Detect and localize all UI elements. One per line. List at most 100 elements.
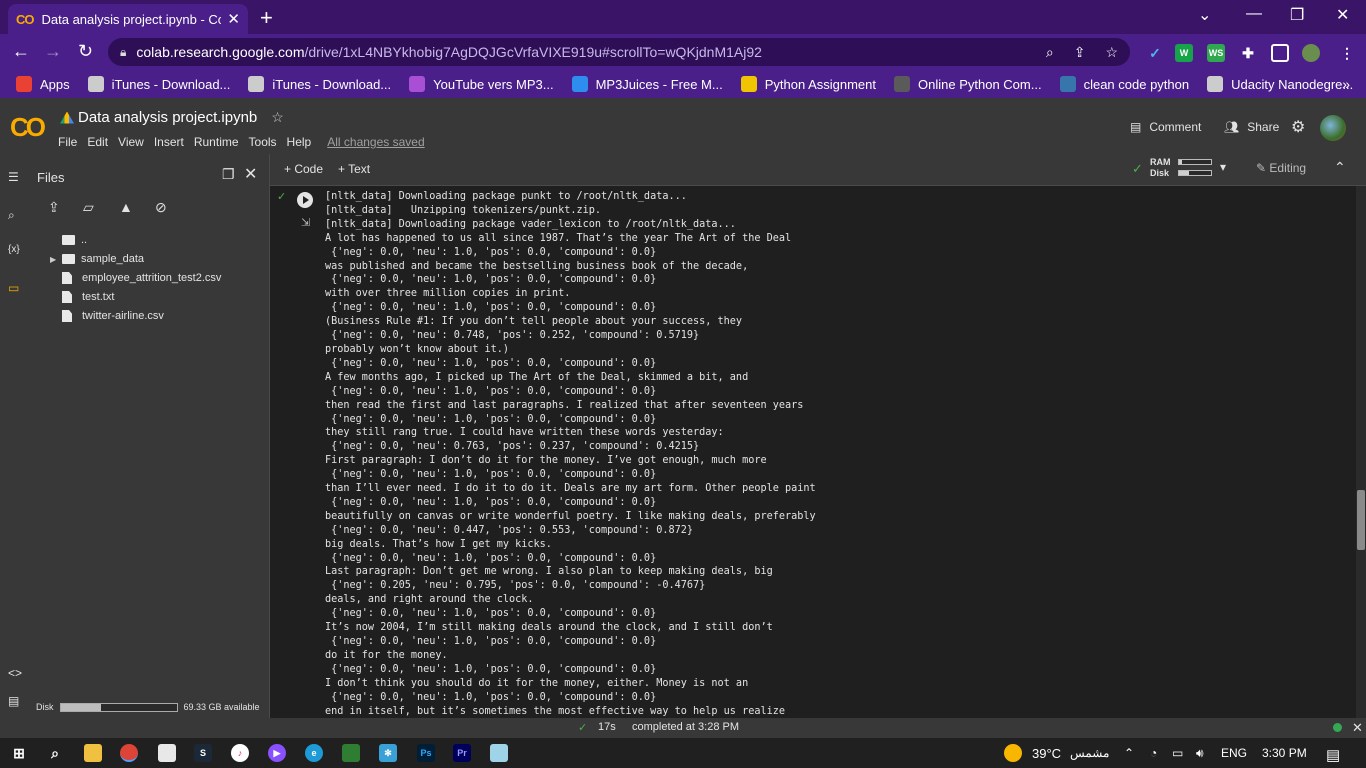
user-avatar[interactable] xyxy=(1320,115,1346,141)
bookmark-item[interactable]: iTunes - Download... xyxy=(248,76,391,92)
browser-tab-active[interactable]: CO Data analysis project.ipynb - Colab ✕ xyxy=(8,4,248,34)
file-tree-item[interactable]: twitter-airline.csv xyxy=(50,310,164,322)
notepad-icon[interactable] xyxy=(158,744,176,762)
system-clock[interactable]: 3:30 PM xyxy=(1262,746,1307,760)
profile-avatar-icon[interactable] xyxy=(1302,44,1320,62)
upload-file-icon[interactable]: ⇪ xyxy=(48,199,60,216)
new-folder-icon[interactable]: ▱ xyxy=(83,199,94,216)
app-icon[interactable] xyxy=(342,744,360,762)
battery-icon[interactable]: ▭ xyxy=(1172,746,1183,760)
webstorm-extension-icon[interactable]: WS xyxy=(1207,44,1225,62)
bookmark-item[interactable]: Udacity Nanodegre... xyxy=(1207,76,1353,92)
weather-sun-icon[interactable] xyxy=(1004,744,1022,762)
forward-icon[interactable]: → xyxy=(44,41,62,62)
notebook-scrollbar[interactable] xyxy=(1356,186,1366,718)
resource-monitor[interactable]: RAM Disk xyxy=(1150,157,1212,179)
windows-start-icon[interactable]: ⊞ xyxy=(10,744,28,762)
file-tree-item[interactable]: test.txt xyxy=(50,291,114,303)
menu-file[interactable]: File xyxy=(58,135,77,149)
input-language[interactable]: ENG xyxy=(1221,746,1247,760)
bookmark-item[interactable]: Apps xyxy=(16,76,70,92)
menu-runtime[interactable]: Runtime xyxy=(194,135,239,149)
file-explorer-icon[interactable] xyxy=(84,744,102,762)
menu-help[interactable]: Help xyxy=(287,135,312,149)
reload-icon[interactable]: ↻ xyxy=(78,41,93,62)
tab-title: Data analysis project.ipynb - Colab xyxy=(41,11,222,27)
address-bar[interactable]: 🔒︎ colab.research.google.com/drive/1xL4N… xyxy=(108,38,1130,66)
bookmark-item[interactable]: Online Python Com... xyxy=(894,76,1042,92)
hide-files-icon[interactable]: ⊘ xyxy=(155,199,167,216)
chrome-menu-icon[interactable]: ⋮ xyxy=(1338,44,1356,62)
close-status-icon[interactable]: ✕ xyxy=(1352,720,1363,736)
open-in-tab-icon[interactable]: ❐ xyxy=(222,166,235,183)
close-panel-icon[interactable]: ✕ xyxy=(244,164,257,184)
steam-icon[interactable]: S xyxy=(194,744,212,762)
share-button[interactable]: 👥︎ Share xyxy=(1224,120,1279,134)
new-tab-button[interactable]: + xyxy=(260,5,273,31)
command-palette-icon[interactable]: ▤ xyxy=(8,694,19,708)
bookmark-star-icon[interactable]: ☆ xyxy=(1105,44,1118,61)
bookmark-item[interactable]: YouTube vers MP3... xyxy=(409,76,554,92)
share-page-icon[interactable]: ⇪ xyxy=(1074,44,1086,61)
more-bookmarks-icon[interactable]: » xyxy=(1342,76,1350,92)
taskbar-search-icon[interactable]: ⌕ xyxy=(46,744,64,762)
bookmark-item[interactable]: clean code python xyxy=(1059,76,1189,92)
files-folder-icon[interactable]: ▭ xyxy=(8,281,19,295)
colab-logo[interactable]: CO xyxy=(10,112,46,143)
url-text[interactable]: colab.research.google.com/drive/1xL4NBYk… xyxy=(136,44,1045,60)
minimize-window-icon[interactable]: — xyxy=(1246,5,1262,23)
extensions-puzzle-icon[interactable]: ✚ xyxy=(1239,44,1257,62)
file-tree-item[interactable]: employee_attrition_test2.csv xyxy=(50,272,221,284)
itunes-icon[interactable]: ♪ xyxy=(231,744,249,762)
side-panel-icon[interactable] xyxy=(1271,44,1289,62)
variables-icon[interactable]: {x} xyxy=(8,244,20,255)
wifi-icon[interactable]: ◔ xyxy=(1150,746,1157,760)
notifications-icon[interactable]: ▤ xyxy=(1326,746,1340,764)
chrome-taskbar-icon[interactable] xyxy=(120,744,138,762)
add-code-cell-button[interactable]: + Code xyxy=(284,162,323,176)
close-window-icon[interactable]: ✕ xyxy=(1336,5,1349,25)
notebook-title[interactable]: Data analysis project.ipynb xyxy=(78,109,257,126)
search-icon[interactable]: ⌕ xyxy=(8,208,15,223)
restore-window-icon[interactable]: ❐ xyxy=(1290,5,1304,25)
comment-button[interactable]: ▤ Comment xyxy=(1130,120,1201,134)
mount-drive-icon[interactable]: ▲ xyxy=(119,199,133,215)
bookmark-item[interactable]: Python Assignment xyxy=(740,76,876,92)
editing-mode-button[interactable]: ✎ Editing xyxy=(1256,161,1306,175)
runtime-dropdown-icon[interactable]: ▾ xyxy=(1220,160,1226,174)
close-tab-icon[interactable]: ✕ xyxy=(227,10,240,28)
premiere-icon[interactable]: Pr xyxy=(453,744,471,762)
photoshop-icon[interactable]: Ps xyxy=(417,744,435,762)
run-cell-button[interactable] xyxy=(297,192,313,208)
file-tree-item[interactable]: ▶ sample_data xyxy=(50,253,144,265)
table-of-contents-icon[interactable]: ☰ xyxy=(8,170,19,184)
scrollbar-thumb[interactable] xyxy=(1357,490,1365,550)
snipping-tool-icon[interactable]: ✻ xyxy=(379,744,397,762)
back-icon[interactable]: ← xyxy=(12,41,30,62)
tray-overflow-icon[interactable]: ⌃ xyxy=(1124,746,1134,760)
star-notebook-icon[interactable]: ☆ xyxy=(271,109,284,126)
edge-icon[interactable]: e xyxy=(305,744,323,762)
output-actions-icon[interactable]: ⇲ xyxy=(301,216,310,229)
zoom-icon[interactable]: ⌕ xyxy=(1046,44,1054,61)
bookmark-item[interactable]: MP3Juices - Free M... xyxy=(571,76,723,92)
add-text-cell-button[interactable]: + Text xyxy=(338,162,370,176)
settings-gear-icon[interactable]: ⚙ xyxy=(1291,117,1305,137)
save-status-link[interactable]: All changes saved xyxy=(327,135,424,149)
menu-edit[interactable]: Edit xyxy=(87,135,108,149)
collapse-header-icon[interactable]: ⌃ xyxy=(1334,159,1346,176)
media-player-icon[interactable]: ▶ xyxy=(268,744,286,762)
file-tree-item[interactable]: .. xyxy=(50,234,87,246)
wordpress-extension-icon[interactable]: W xyxy=(1175,44,1193,62)
checkmark-extension-icon[interactable]: ✓ xyxy=(1146,44,1164,62)
menu-tools[interactable]: Tools xyxy=(249,135,277,149)
notes-app-icon[interactable] xyxy=(490,744,508,762)
menu-insert[interactable]: Insert xyxy=(154,135,184,149)
code-snippets-icon[interactable]: <> xyxy=(8,666,22,680)
expand-folder-icon[interactable]: ▶ xyxy=(50,255,62,264)
volume-icon[interactable]: 🔊︎ xyxy=(1196,746,1204,761)
tab-search-icon[interactable]: ⌄ xyxy=(1198,5,1211,25)
menu-view[interactable]: View xyxy=(118,135,144,149)
weather-temperature[interactable]: 39°C xyxy=(1032,746,1061,761)
bookmark-item[interactable]: iTunes - Download... xyxy=(87,76,230,92)
